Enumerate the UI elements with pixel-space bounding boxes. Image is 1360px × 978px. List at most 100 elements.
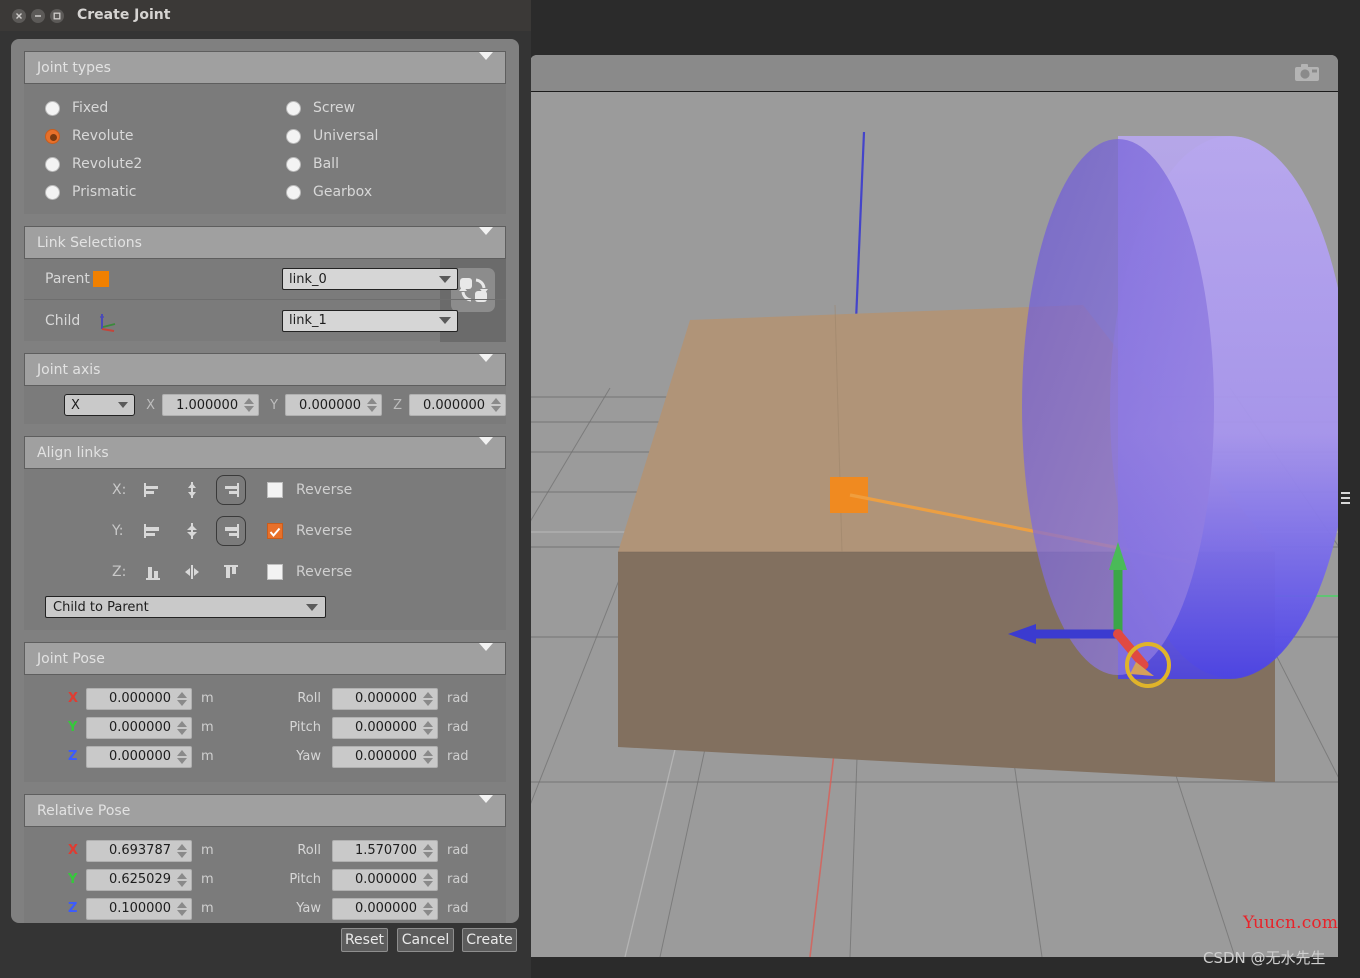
align-x-center-button[interactable] bbox=[177, 475, 207, 505]
stepper-up-icon[interactable] bbox=[423, 901, 433, 908]
radio-screw[interactable]: Screw bbox=[265, 94, 506, 122]
stepper-down-icon[interactable] bbox=[423, 909, 433, 916]
stepper-up-icon[interactable] bbox=[491, 398, 502, 404]
section-header-link-selections[interactable]: Link Selections bbox=[24, 226, 506, 259]
align-z-reverse-checkbox[interactable] bbox=[267, 563, 283, 580]
axis-y-input[interactable]: 0.000000 bbox=[285, 394, 383, 416]
stepper-down-icon[interactable] bbox=[423, 880, 433, 887]
stepper-up-icon[interactable] bbox=[177, 872, 187, 879]
cancel-button[interactable]: Cancel bbox=[397, 928, 454, 952]
joint-pose-roll-input[interactable]: 0.000000 bbox=[332, 687, 438, 710]
chevron-down-icon[interactable] bbox=[479, 794, 493, 819]
chevron-down-icon[interactable] bbox=[479, 51, 493, 76]
section-header-joint-types[interactable]: Joint types bbox=[24, 51, 506, 84]
radio-ball[interactable]: Ball bbox=[265, 150, 506, 178]
camera-icon[interactable] bbox=[1294, 63, 1320, 83]
chevron-down-icon[interactable] bbox=[479, 226, 493, 251]
section-header-joint-pose[interactable]: Joint Pose bbox=[24, 642, 506, 675]
radio-icon-selected[interactable] bbox=[45, 128, 60, 144]
stepper-up-icon[interactable] bbox=[177, 843, 187, 850]
relative-pose-y-input[interactable]: 0.625029 bbox=[86, 868, 192, 891]
relative-pose-x-input[interactable]: 0.693787 bbox=[86, 839, 192, 862]
stepper-up-icon[interactable] bbox=[423, 749, 433, 756]
stepper-up-icon[interactable] bbox=[423, 843, 433, 850]
chevron-down-icon[interactable] bbox=[479, 353, 493, 378]
radio-revolute[interactable]: Revolute bbox=[24, 122, 265, 150]
chevron-down-icon[interactable] bbox=[479, 436, 493, 461]
joint-pose-yaw-input[interactable]: 0.000000 bbox=[332, 745, 438, 768]
align-y-reverse-checkbox[interactable] bbox=[267, 522, 283, 539]
radio-icon[interactable] bbox=[45, 156, 60, 172]
relative-pose-pitch-input[interactable]: 0.000000 bbox=[332, 868, 438, 891]
stepper-up-icon[interactable] bbox=[423, 691, 433, 698]
panel-resize-handle[interactable] bbox=[1341, 492, 1350, 506]
stepper-down-icon[interactable] bbox=[177, 880, 187, 887]
stepper-down-icon[interactable] bbox=[423, 699, 433, 706]
align-y-center-button[interactable] bbox=[177, 516, 207, 546]
radio-prismatic[interactable]: Prismatic bbox=[24, 178, 265, 206]
relative-pose-yaw-input[interactable]: 0.000000 bbox=[332, 897, 438, 920]
stepper-down-icon[interactable] bbox=[177, 757, 187, 764]
align-z-top-button[interactable] bbox=[216, 557, 246, 587]
stepper-up-icon[interactable] bbox=[177, 901, 187, 908]
chevron-down-icon[interactable] bbox=[479, 642, 493, 667]
stepper-down-icon[interactable] bbox=[177, 699, 187, 706]
radio-icon[interactable] bbox=[286, 184, 301, 200]
stepper-up-icon[interactable] bbox=[423, 720, 433, 727]
stepper-up-icon[interactable] bbox=[244, 398, 255, 404]
parent-link-dropdown[interactable]: link_0 bbox=[282, 268, 458, 290]
align-z-center-button[interactable] bbox=[177, 557, 207, 587]
create-button[interactable]: Create bbox=[462, 928, 517, 952]
align-y-left-button[interactable] bbox=[138, 516, 168, 546]
section-header-relative-pose[interactable]: Relative Pose bbox=[24, 794, 506, 827]
child-link-value: link_1 bbox=[289, 313, 327, 328]
3d-scene[interactable] bbox=[530, 92, 1338, 957]
radio-icon[interactable] bbox=[286, 128, 301, 144]
align-x-right-button[interactable] bbox=[216, 474, 246, 505]
stepper-up-icon[interactable] bbox=[423, 872, 433, 879]
maximize-icon[interactable] bbox=[50, 9, 64, 23]
stepper-down-icon[interactable] bbox=[177, 851, 187, 858]
align-z-bottom-button[interactable] bbox=[138, 557, 168, 587]
stepper-down-icon[interactable] bbox=[177, 909, 187, 916]
radio-icon[interactable] bbox=[286, 156, 301, 172]
align-x-left-button[interactable] bbox=[138, 475, 168, 505]
stepper-down-icon[interactable] bbox=[177, 728, 187, 735]
minimize-icon[interactable] bbox=[31, 9, 45, 23]
joint-pose-z-input[interactable]: 0.000000 bbox=[86, 745, 192, 768]
section-header-align-links[interactable]: Align links bbox=[24, 436, 506, 469]
radio-fixed[interactable]: Fixed bbox=[24, 94, 265, 122]
relative-pose-z-input[interactable]: 0.100000 bbox=[86, 897, 192, 920]
section-header-joint-axis[interactable]: Joint axis bbox=[24, 353, 506, 386]
stepper-down-icon[interactable] bbox=[423, 728, 433, 735]
stepper-down-icon[interactable] bbox=[423, 851, 433, 858]
stepper-down-icon[interactable] bbox=[491, 406, 502, 412]
radio-universal[interactable]: Universal bbox=[265, 122, 506, 150]
align-y-right-button[interactable] bbox=[216, 515, 246, 546]
joint-pose-y-input[interactable]: 0.000000 bbox=[86, 716, 192, 739]
stepper-down-icon[interactable] bbox=[244, 406, 255, 412]
stepper-down-icon[interactable] bbox=[367, 406, 378, 412]
stepper-up-icon[interactable] bbox=[177, 720, 187, 727]
radio-revolute2[interactable]: Revolute2 bbox=[24, 150, 265, 178]
reset-button[interactable]: Reset bbox=[341, 928, 388, 952]
axis-preset-dropdown[interactable]: X bbox=[64, 394, 136, 416]
child-link-dropdown[interactable]: link_1 bbox=[282, 309, 458, 332]
close-icon[interactable] bbox=[12, 9, 26, 23]
radio-icon[interactable] bbox=[286, 100, 301, 116]
axis-z-input[interactable]: 0.000000 bbox=[408, 394, 507, 416]
joint-pose-x-input[interactable]: 0.000000 bbox=[86, 687, 192, 710]
stepper-up-icon[interactable] bbox=[367, 398, 378, 404]
align-x-reverse-checkbox[interactable] bbox=[267, 481, 283, 498]
radio-gearbox[interactable]: Gearbox bbox=[265, 178, 506, 206]
joint-pose-pitch-input[interactable]: 0.000000 bbox=[332, 716, 438, 739]
axis-x-input[interactable]: 1.000000 bbox=[162, 394, 260, 416]
radio-icon[interactable] bbox=[45, 184, 60, 200]
stepper-up-icon[interactable] bbox=[177, 749, 187, 756]
stepper-up-icon[interactable] bbox=[177, 691, 187, 698]
relative-pose-roll-input[interactable]: 1.570700 bbox=[332, 839, 438, 862]
section-body-link-selections: Parent link_0 Child link_1 bbox=[24, 259, 506, 342]
align-direction-dropdown[interactable]: Child to Parent bbox=[45, 596, 326, 618]
radio-icon[interactable] bbox=[45, 100, 60, 116]
stepper-down-icon[interactable] bbox=[423, 757, 433, 764]
